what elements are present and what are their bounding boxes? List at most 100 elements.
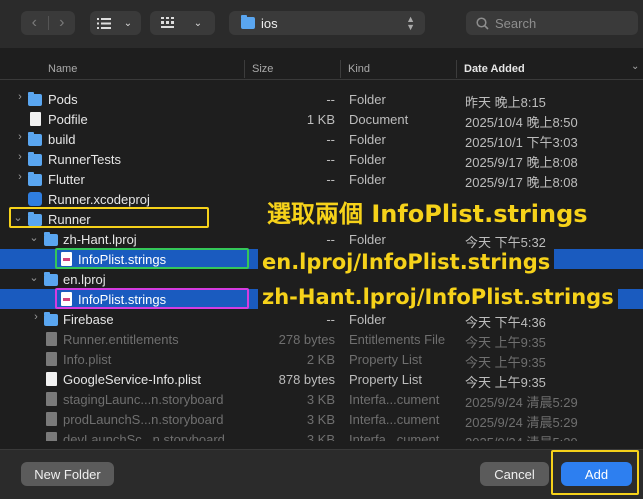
- annotation-path-en: en.lproj/InfoPlist.strings: [258, 249, 555, 275]
- file-size: --: [326, 172, 335, 187]
- table-row: stagingLaunc...n.storyboard 3 KB Interfa…: [0, 389, 643, 410]
- table-row[interactable]: › RunnerTests -- Folder 2025/9/17 晚上8:08: [0, 149, 643, 170]
- file-name: prodLaunchS...n.storyboard: [63, 412, 224, 427]
- table-row: prodLaunchS...n.storyboard 3 KB Interfa.…: [0, 409, 643, 430]
- column-divider[interactable]: [244, 60, 245, 78]
- file-name: Firebase: [63, 312, 114, 327]
- file-kind: Folder: [349, 312, 386, 327]
- disclosure-chevron-icon[interactable]: ›: [14, 171, 26, 183]
- plist-file-icon: [46, 352, 57, 366]
- file-name: RunnerTests: [48, 152, 121, 167]
- chevron-down-icon: ⌄: [123, 17, 133, 29]
- table-row[interactable]: GoogleService-Info.plist 878 bytes Prope…: [0, 369, 643, 390]
- forward-button[interactable]: ›: [49, 11, 76, 35]
- folder-icon: [28, 132, 42, 146]
- folder-icon: [28, 152, 42, 166]
- file-date: 2025/9/24 清晨5:29: [465, 432, 578, 441]
- cancel-button[interactable]: Cancel: [480, 462, 549, 486]
- column-size[interactable]: Size: [252, 63, 273, 75]
- column-header: Name Size Kind Date Added ⌄: [0, 58, 643, 80]
- file-name: InfoPlist.strings: [78, 292, 167, 307]
- folder-icon: [241, 15, 255, 29]
- file-size: --: [326, 312, 335, 327]
- strings-file-icon: [61, 252, 72, 266]
- file-size: 3 KB: [306, 392, 335, 407]
- file-size: 278 bytes: [278, 332, 335, 347]
- file-size: --: [326, 132, 335, 147]
- plist-file-icon: [46, 372, 57, 386]
- file-kind: Folder: [349, 132, 386, 147]
- disclosure-chevron-icon[interactable]: ›: [30, 311, 42, 323]
- file-kind: Folder: [349, 92, 386, 107]
- table-row[interactable]: › build -- Folder 2025/10/1 下午3:03: [0, 129, 643, 150]
- column-date-added[interactable]: Date Added: [464, 63, 525, 75]
- table-row: Info.plist 2 KB Property List 今天 上午9:35: [0, 349, 643, 370]
- file-size: --: [326, 232, 335, 247]
- table-row[interactable]: › Firebase -- Folder 今天 下午4:36: [0, 309, 643, 330]
- add-button[interactable]: Add: [561, 462, 632, 486]
- new-folder-button[interactable]: New Folder: [21, 462, 114, 486]
- disclosure-chevron-down-icon[interactable]: ⌄: [28, 231, 40, 244]
- file-name: build: [48, 132, 76, 147]
- table-row[interactable]: Podfile 1 KB Document 2025/10/4 晚上8:50: [0, 109, 643, 130]
- folder-icon: [44, 272, 58, 286]
- disclosure-chevron-icon[interactable]: ›: [14, 91, 26, 103]
- disclosure-chevron-down-icon[interactable]: ⌄: [12, 211, 24, 224]
- file-kind: Entitlements File: [349, 332, 446, 347]
- chevron-down-icon: ⌄: [193, 17, 203, 29]
- nav-buttons: ‹ ›: [21, 11, 75, 35]
- grid-view-icon: [154, 17, 182, 29]
- group-mode-button[interactable]: ⌄: [150, 11, 215, 35]
- path-label: ios: [261, 15, 278, 31]
- folder-icon: [28, 172, 42, 186]
- file-name: Pods: [48, 92, 78, 107]
- file-name: Runner: [48, 212, 91, 227]
- file-name: GoogleService-Info.plist: [63, 372, 202, 387]
- file-name: zh-Hant.lproj: [63, 232, 137, 247]
- entitlements-file-icon: [46, 332, 57, 346]
- folder-icon: [44, 232, 58, 246]
- file-kind: Property List: [349, 372, 422, 387]
- file-kind: Folder: [349, 172, 386, 187]
- view-mode-button[interactable]: ⌄: [90, 11, 141, 35]
- storyboard-file-icon: [46, 392, 57, 406]
- table-row[interactable]: › Flutter -- Folder 2025/9/17 晚上8:08: [0, 169, 643, 190]
- search-input[interactable]: Search: [495, 16, 536, 31]
- file-name: Runner.xcodeproj: [48, 192, 150, 207]
- path-selector[interactable]: ios ▲ ▼: [229, 11, 425, 35]
- disclosure-chevron-down-icon[interactable]: ⌄: [28, 271, 40, 284]
- folder-icon: [44, 312, 58, 326]
- file-name: stagingLaunc...n.storyboard: [63, 392, 224, 407]
- document-icon: [30, 112, 41, 126]
- disclosure-chevron-icon[interactable]: ›: [14, 151, 26, 163]
- xcode-project-icon: [28, 192, 42, 206]
- file-size: 3 KB: [306, 432, 335, 441]
- file-kind: Interfa...cument: [349, 432, 440, 441]
- file-name: Info.plist: [63, 352, 112, 367]
- up-down-chevron-icon: ▲ ▼: [406, 14, 415, 32]
- file-kind: Interfa...cument: [349, 412, 440, 427]
- file-kind: Property List: [349, 352, 422, 367]
- storyboard-file-icon: [46, 412, 57, 426]
- file-kind: Folder: [349, 232, 386, 247]
- list-view-icon: [90, 17, 118, 29]
- chevron-left-icon: ‹: [31, 14, 37, 31]
- file-size: 2 KB: [306, 352, 335, 367]
- disclosure-chevron-icon[interactable]: ›: [14, 131, 26, 143]
- bottom-bar: New Folder Cancel Add: [0, 449, 643, 499]
- file-name: Runner.entitlements: [63, 332, 179, 347]
- column-divider[interactable]: [340, 60, 341, 78]
- file-size: 1 KB: [306, 112, 335, 127]
- storyboard-file-icon: [46, 432, 57, 441]
- column-divider[interactable]: [456, 60, 457, 78]
- table-row[interactable]: › Pods -- Folder 昨天 晚上8:15: [0, 89, 643, 110]
- folder-icon: [28, 92, 42, 106]
- file-name: Podfile: [48, 112, 88, 127]
- column-name[interactable]: Name: [48, 63, 77, 75]
- folder-icon: [28, 212, 42, 226]
- search-field[interactable]: Search: [466, 11, 638, 35]
- toolbar: ‹ › ⌄ ⌄ ios ▲ ▼ Search: [0, 0, 643, 48]
- column-kind[interactable]: Kind: [348, 63, 370, 75]
- back-button[interactable]: ‹: [21, 11, 48, 35]
- file-kind: Folder: [349, 152, 386, 167]
